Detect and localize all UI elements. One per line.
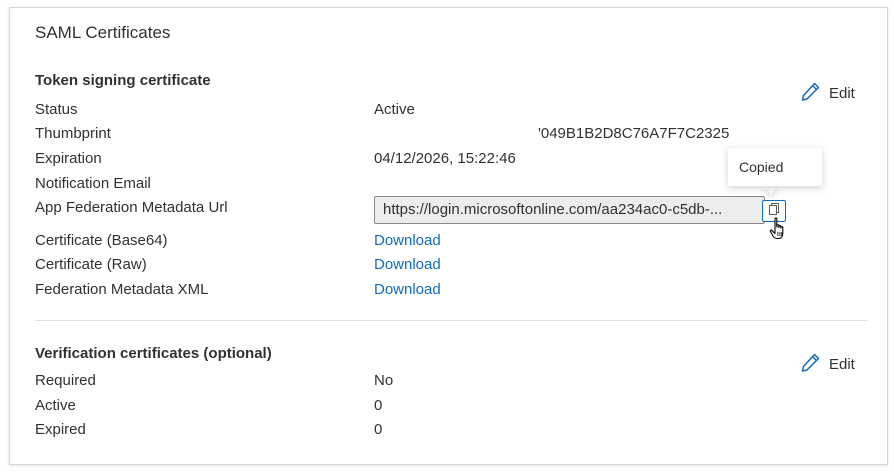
expired-label: Expired bbox=[35, 421, 86, 438]
edit-label: Edit bbox=[829, 85, 855, 102]
token-signing-section-title: Token signing certificate bbox=[35, 72, 211, 89]
thumbprint-value: '049B1B2D8C76A7F7C2325 bbox=[538, 125, 730, 142]
edit-label: Edit bbox=[829, 356, 855, 373]
download-certificate-base64-link[interactable]: Download bbox=[374, 232, 441, 249]
expiration-value: 04/12/2026, 15:22:46 bbox=[374, 150, 516, 167]
pencil-icon bbox=[800, 352, 821, 377]
download-certificate-raw-link[interactable]: Download bbox=[374, 256, 441, 273]
app-federation-metadata-url-field[interactable]: https://login.microsoftonline.com/aa234a… bbox=[374, 196, 765, 224]
token-signing-edit-button[interactable]: Edit bbox=[800, 81, 855, 106]
expiration-label: Expiration bbox=[35, 150, 102, 167]
download-federation-metadata-xml-link[interactable]: Download bbox=[374, 281, 441, 298]
verification-edit-button[interactable]: Edit bbox=[800, 352, 855, 377]
required-value: No bbox=[374, 372, 394, 389]
active-label: Active bbox=[35, 397, 76, 414]
certificate-base64-label: Certificate (Base64) bbox=[35, 232, 168, 249]
verification-section-title: Verification certificates (optional) bbox=[35, 345, 272, 362]
card-title: SAML Certificates bbox=[35, 23, 171, 42]
app-federation-metadata-url-label: App Federation Metadata Url bbox=[35, 199, 228, 216]
thumbprint-label: Thumbprint bbox=[35, 125, 111, 142]
expired-value: 0 bbox=[374, 421, 383, 438]
status-value: Active bbox=[374, 101, 415, 118]
pencil-icon bbox=[800, 81, 821, 106]
active-value: 0 bbox=[374, 397, 383, 414]
required-label: Required bbox=[35, 372, 96, 389]
notification-email-label: Notification Email bbox=[35, 175, 151, 192]
hand-pointer-icon bbox=[769, 217, 787, 246]
certificate-raw-label: Certificate (Raw) bbox=[35, 256, 147, 273]
federation-metadata-xml-label: Federation Metadata XML bbox=[35, 281, 209, 298]
saml-certificates-card: SAML Certificates Token signing certific… bbox=[9, 7, 888, 465]
status-label: Status bbox=[35, 101, 78, 118]
copied-tooltip: Copied bbox=[728, 148, 822, 186]
section-divider bbox=[35, 320, 868, 321]
